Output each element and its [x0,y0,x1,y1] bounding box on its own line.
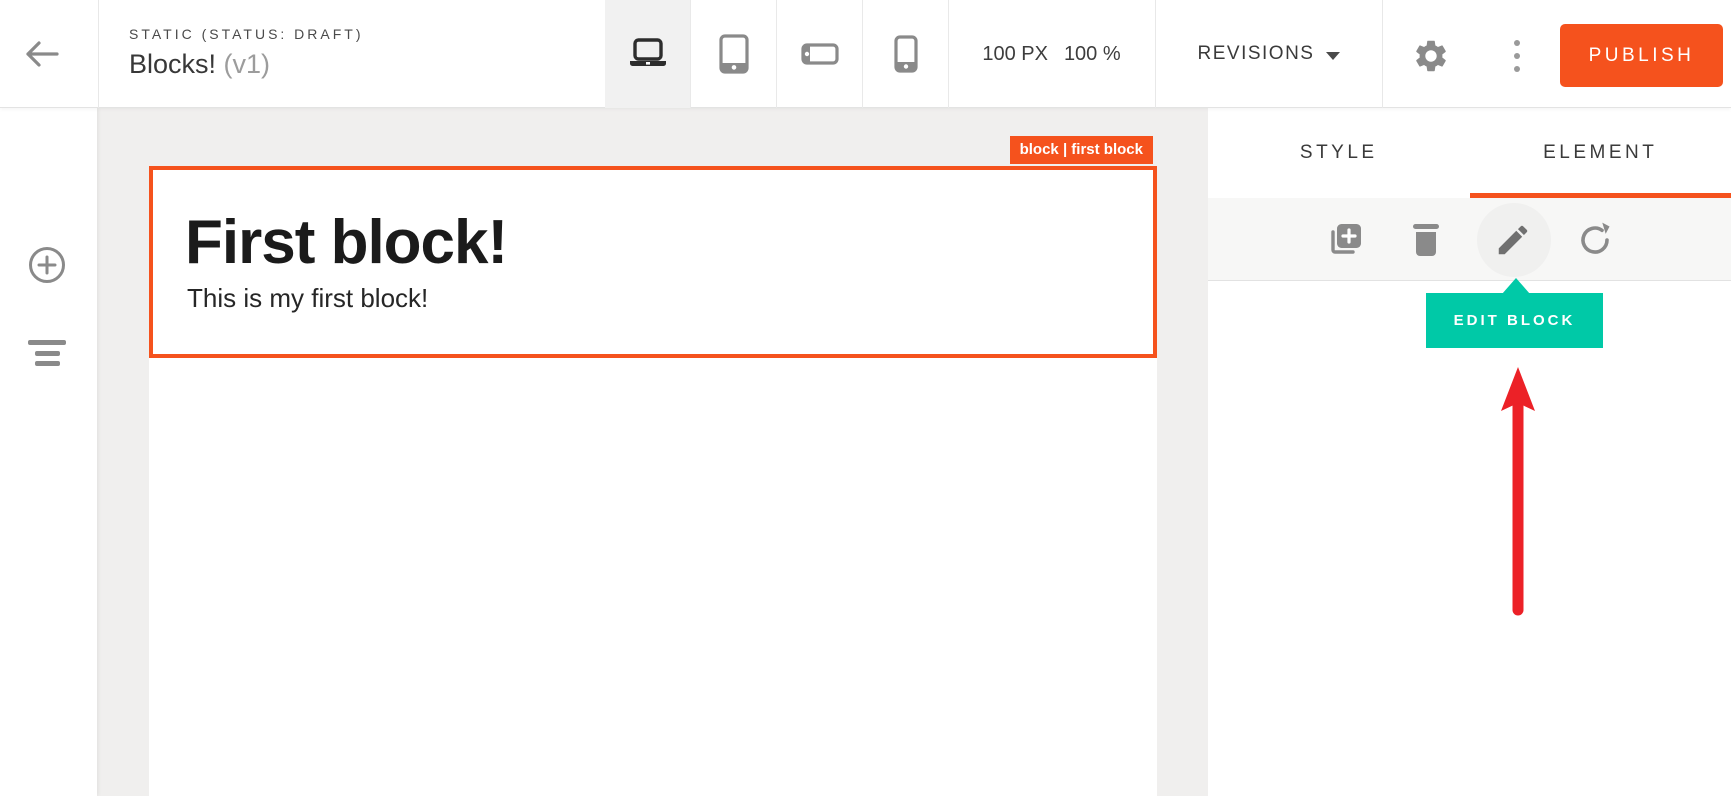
element-toolbar [1208,198,1731,281]
back-arrow-icon [24,39,72,69]
trash-icon [1409,221,1449,259]
mobile-icon [894,35,918,73]
block-heading: First block! [185,210,1153,275]
outline-button[interactable] [27,332,67,372]
mobile-preview-button[interactable] [863,0,949,108]
zoom-percent-value: 100 % [1064,43,1121,66]
selected-block[interactable]: First block! This is my first block! [149,166,1157,358]
revisions-dropdown[interactable]: REVISIONS [1156,0,1382,108]
plus-circle-icon [27,245,67,285]
inspector-tabs: STYLE ELEMENT [1208,108,1731,198]
divider [1382,0,1383,108]
inspector-panel: STYLE ELEMENT [1208,108,1731,796]
duplicate-icon [1326,221,1366,259]
divider [98,0,99,108]
tab-style[interactable]: STYLE [1208,108,1470,198]
editor-canvas: First block! This is my first block! blo… [97,108,1208,796]
kebab-icon [1514,40,1520,46]
chevron-down-icon [1326,52,1340,60]
edit-block-button[interactable] [1494,220,1534,260]
zoom-readout: 100 PX 100 % [948,0,1155,108]
edit-block-tooltip: EDIT BLOCK [1426,293,1603,348]
pencil-icon [1494,221,1534,259]
left-sidebar [0,108,97,796]
refresh-icon [1576,221,1616,259]
tab-element[interactable]: ELEMENT [1470,108,1731,198]
zoom-px-value: 100 PX [982,43,1048,66]
topbar: STATIC (STATUS: DRAFT) Blocks! (v1) [0,0,1731,108]
block-selection-tag: block | first block [1010,136,1153,164]
app-root: STATIC (STATUS: DRAFT) Blocks! (v1) [0,0,1731,796]
status-label: STATIC (STATUS: DRAFT) [129,26,364,42]
mobile-landscape-icon [801,43,839,65]
block-subtext: This is my first block! [187,283,1153,314]
page-surface: First block! This is my first block! [149,166,1157,796]
edit-block-tooltip-label: EDIT BLOCK [1454,312,1576,329]
more-options-button[interactable] [1502,36,1532,76]
tablet-preview-button[interactable] [691,0,777,108]
publish-button[interactable]: PUBLISH [1560,24,1723,87]
page-title-group: STATIC (STATUS: DRAFT) Blocks! (v1) [129,26,364,80]
page-title-text: Blocks! [129,49,216,79]
revisions-label: REVISIONS [1198,43,1315,65]
duplicate-block-button[interactable] [1326,220,1366,260]
page-version: (v1) [224,49,271,79]
delete-block-button[interactable] [1409,220,1449,260]
refresh-block-button[interactable] [1576,220,1616,260]
laptop-icon [626,37,670,71]
device-preview-group [605,0,949,108]
gear-icon [1412,37,1452,75]
tablet-icon [719,34,749,74]
mobile-landscape-preview-button[interactable] [777,0,863,108]
back-button[interactable] [24,34,72,74]
page-title: Blocks! (v1) [129,49,364,80]
add-element-button[interactable] [27,245,67,285]
desktop-preview-button[interactable] [605,0,691,108]
align-center-icon [27,334,67,370]
annotation-arrow-icon [1500,367,1536,619]
settings-button[interactable] [1412,36,1452,76]
